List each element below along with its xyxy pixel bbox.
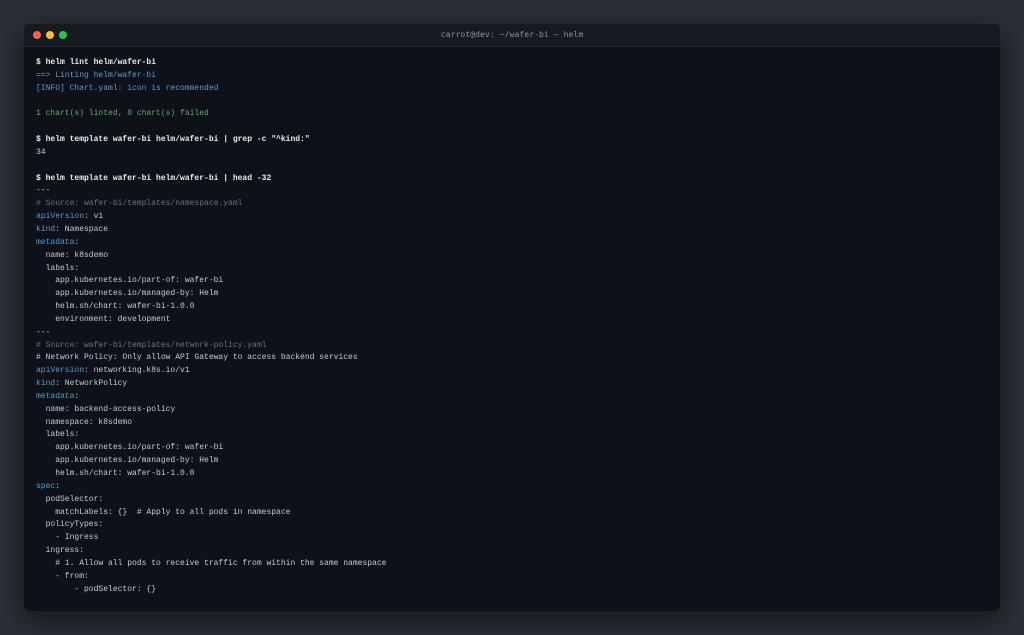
- terminal-line: app.kubernetes.io/managed-by: Helm: [36, 288, 988, 301]
- window-title: carrot@dev: ~/wafer-bi — helm: [440, 30, 584, 39]
- output-text: # Network Policy: Only allow API Gateway…: [36, 353, 358, 363]
- output-text: - podSelector: {}: [36, 584, 157, 594]
- terminal-output[interactable]: $ helm lint helm/wafer-bi ==> Linting hel…: [36, 57, 988, 596]
- output-text: ingress:: [36, 546, 85, 556]
- terminal-line: ingress:: [36, 545, 988, 558]
- terminal-window: carrot@dev: ~/wafer-bi — helm $ helm lin…: [24, 24, 1000, 611]
- output-text: : Namespace: [55, 224, 109, 234]
- terminal-line: metadata:: [36, 237, 988, 250]
- output-text: ==> Linting helm/wafer-bi: [36, 70, 157, 80]
- terminal-line: # 1. Allow all pods to receive traffic f…: [36, 558, 988, 571]
- output-text: labels:: [36, 430, 80, 440]
- output-text: :: [74, 237, 80, 247]
- output-text: policyTypes:: [36, 520, 104, 530]
- command-text: $ helm template wafer-bi helm/wafer-bi |…: [36, 135, 310, 145]
- terminal-line: kind: Namespace: [36, 224, 988, 237]
- output-text: : NetworkPolicy: [55, 379, 128, 389]
- yaml-key: kind: [36, 224, 56, 234]
- terminal-line: app.kubernetes.io/part-of: wafer-bi: [36, 442, 988, 455]
- output-text: ---: [36, 186, 51, 196]
- output-text: name: k8sdemo: [36, 250, 109, 260]
- terminal-line: 1 chart(s) linted, 0 chart(s) failed: [36, 108, 988, 121]
- terminal-line: apiVersion: networking.k8s.io/v1: [36, 365, 988, 378]
- terminal-line: name: k8sdemo: [36, 250, 988, 263]
- terminal-line: ==> Linting helm/wafer-bi: [36, 70, 988, 83]
- terminal-line: policyTypes:: [36, 519, 988, 532]
- yaml-key: kind: [36, 379, 56, 389]
- terminal-line: ---: [36, 327, 988, 340]
- output-text: : v1: [84, 212, 104, 222]
- terminal-line: - podSelector: {}: [36, 584, 988, 597]
- output-text: app.kubernetes.io/part-of: wafer-bi: [36, 443, 224, 453]
- output-text: helm.sh/chart: wafer-bi-1.0.0: [36, 302, 195, 312]
- output-text: : networking.k8s.io/v1: [84, 366, 190, 376]
- terminal-line: labels:: [36, 263, 988, 276]
- yaml-key: apiVersion: [36, 366, 85, 376]
- yaml-key: spec: [36, 481, 56, 491]
- yaml-key: metadata: [36, 237, 75, 247]
- output-text: helm.sh/chart: wafer-bi-1.0.0: [36, 469, 195, 478]
- output-text: # 1. Allow all pods to receive traffic f…: [36, 558, 387, 568]
- output-text: namespace: k8sdemo: [36, 417, 133, 427]
- output-text: 1 chart(s) linted, 0 chart(s) failed: [36, 109, 209, 119]
- terminal-line: namespace: k8sdemo: [36, 417, 988, 430]
- output-text: environment: development: [36, 314, 171, 324]
- output-text: app.kubernetes.io/managed-by: Helm: [36, 289, 219, 299]
- yaml-key: apiVersion: [36, 212, 85, 222]
- output-text: :: [55, 481, 61, 491]
- output-text: matchLabels: {} # Apply to all pods in n…: [36, 507, 291, 517]
- terminal-line: # Source: wafer-bi/templates/network-pol…: [36, 340, 988, 353]
- terminal-line: environment: development: [36, 314, 988, 327]
- output-text: :: [74, 391, 80, 401]
- output-text: app.kubernetes.io/part-of: wafer-bi: [36, 276, 224, 286]
- terminal-line: helm.sh/chart: wafer-bi-1.0.0: [36, 468, 988, 481]
- title-bar[interactable]: carrot@dev: ~/wafer-bi — helm: [24, 24, 1000, 47]
- terminal-line: [INFO] Chart.yaml: icon is recommended: [36, 83, 988, 96]
- terminal-line: app.kubernetes.io/managed-by: Helm: [36, 455, 988, 468]
- terminal-line: 34: [36, 147, 988, 160]
- output-text: app.kubernetes.io/managed-by: Helm: [36, 456, 219, 466]
- terminal-line: - from:: [36, 571, 988, 584]
- terminal-line: - Ingress: [36, 532, 988, 545]
- terminal-line: # Source: wafer-bi/templates/namespace.y…: [36, 198, 988, 211]
- terminal-line: spec:: [36, 481, 988, 494]
- comment-text: # Source: wafer-bi/templates/network-pol…: [36, 340, 267, 350]
- terminal-line: helm.sh/chart: wafer-bi-1.0.0: [36, 301, 988, 314]
- terminal-line: podSelector:: [36, 494, 988, 507]
- yaml-key: metadata: [36, 391, 75, 401]
- output-text: 34: [36, 147, 46, 157]
- command-text: $ helm lint helm/wafer-bi: [36, 58, 157, 67]
- output-text: podSelector:: [36, 494, 104, 504]
- terminal-line: labels:: [36, 429, 988, 442]
- output-text: [INFO] Chart.yaml: icon is recommended: [36, 83, 219, 93]
- comment-text: # Source: wafer-bi/templates/namespace.y…: [36, 199, 243, 209]
- terminal-line: # Network Policy: Only allow API Gateway…: [36, 352, 988, 365]
- terminal-line: app.kubernetes.io/part-of: wafer-bi: [36, 275, 988, 288]
- terminal-line: ---: [36, 185, 988, 198]
- terminal-line: $ helm template wafer-bi helm/wafer-bi |…: [36, 134, 988, 147]
- terminal-line: kind: NetworkPolicy: [36, 378, 988, 391]
- terminal-line: $ helm lint helm/wafer-bi: [36, 57, 988, 70]
- terminal-line: name: backend-access-policy: [36, 404, 988, 417]
- terminal-line: $ helm template wafer-bi helm/wafer-bi |…: [36, 173, 988, 186]
- terminal-line: metadata:: [36, 391, 988, 404]
- output-text: name: backend-access-policy: [36, 404, 176, 414]
- output-text: labels:: [36, 263, 80, 273]
- terminal-line: matchLabels: {} # Apply to all pods in n…: [36, 507, 988, 520]
- terminal-line: apiVersion: v1: [36, 211, 988, 224]
- output-text: - Ingress: [36, 533, 99, 543]
- command-text: $ helm template wafer-bi helm/wafer-bi |…: [36, 173, 272, 183]
- output-text: ---: [36, 327, 51, 337]
- output-text: - from:: [36, 571, 89, 581]
